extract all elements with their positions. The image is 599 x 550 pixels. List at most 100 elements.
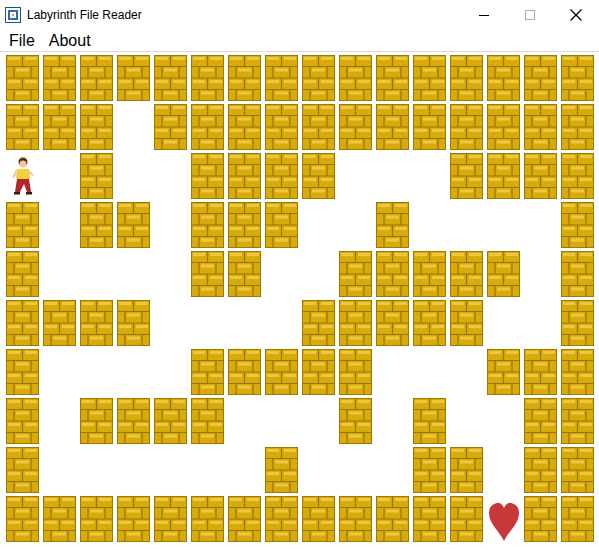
brick-icon <box>6 398 39 444</box>
path-cell <box>374 347 411 396</box>
path-cell <box>263 298 300 347</box>
wall-cell <box>189 347 226 396</box>
brick-icon <box>302 300 335 346</box>
brick-icon <box>80 496 113 542</box>
brick-icon <box>413 447 446 493</box>
wall-cell <box>226 347 263 396</box>
brick-icon <box>80 153 113 199</box>
wall-cell <box>189 151 226 200</box>
brick-icon <box>117 55 150 101</box>
path-cell <box>411 200 448 249</box>
player-cell <box>4 151 41 200</box>
path-cell <box>115 445 152 494</box>
brick-icon <box>524 104 557 150</box>
brick-icon <box>228 104 261 150</box>
wall-cell <box>559 347 596 396</box>
wall-cell <box>411 445 448 494</box>
brick-icon <box>117 496 150 542</box>
brick-icon <box>6 202 39 248</box>
brick-icon <box>376 496 409 542</box>
brick-icon <box>339 104 372 150</box>
brick-icon <box>117 202 150 248</box>
wall-cell <box>448 298 485 347</box>
wall-cell <box>78 151 115 200</box>
wall-cell <box>115 298 152 347</box>
wall-cell <box>189 200 226 249</box>
path-cell <box>374 151 411 200</box>
brick-icon <box>487 153 520 199</box>
player-icon <box>10 157 36 195</box>
path-cell <box>337 151 374 200</box>
wall-cell <box>337 494 374 543</box>
brick-icon <box>80 398 113 444</box>
brick-icon <box>228 251 261 297</box>
brick-icon <box>524 496 557 542</box>
menu-item[interactable]: About <box>42 31 98 51</box>
wall-cell <box>448 151 485 200</box>
path-cell <box>263 249 300 298</box>
wall-cell <box>559 102 596 151</box>
brick-icon <box>561 104 594 150</box>
wall-cell <box>559 53 596 102</box>
brick-icon <box>302 55 335 101</box>
path-cell <box>78 249 115 298</box>
wall-cell <box>226 151 263 200</box>
wall-cell <box>522 445 559 494</box>
brick-icon <box>154 398 187 444</box>
wall-cell <box>41 102 78 151</box>
brick-icon <box>561 349 594 395</box>
wall-cell <box>263 102 300 151</box>
brick-icon <box>265 55 298 101</box>
brick-icon <box>265 202 298 248</box>
brick-icon <box>339 398 372 444</box>
brick-icon <box>80 300 113 346</box>
wall-cell <box>152 494 189 543</box>
wall-cell <box>522 396 559 445</box>
path-cell <box>300 249 337 298</box>
wall-cell <box>41 53 78 102</box>
brick-icon <box>191 496 224 542</box>
brick-icon <box>191 202 224 248</box>
brick-icon <box>6 55 39 101</box>
wall-cell <box>78 102 115 151</box>
wall-cell <box>4 200 41 249</box>
path-cell <box>41 249 78 298</box>
wall-cell <box>115 494 152 543</box>
wall-cell <box>263 151 300 200</box>
path-cell <box>448 396 485 445</box>
brick-icon <box>561 55 594 101</box>
brick-icon <box>524 398 557 444</box>
wall-cell <box>300 298 337 347</box>
brick-icon <box>413 251 446 297</box>
wall-cell <box>448 249 485 298</box>
brick-icon <box>376 300 409 346</box>
brick-icon <box>265 153 298 199</box>
brick-icon <box>154 496 187 542</box>
brick-icon <box>191 55 224 101</box>
app-icon <box>5 7 21 23</box>
minimize-icon[interactable] <box>461 0 507 30</box>
brick-icon <box>265 349 298 395</box>
wall-cell <box>559 249 596 298</box>
wall-cell <box>337 347 374 396</box>
path-cell <box>485 298 522 347</box>
brick-icon <box>339 300 372 346</box>
brick-icon <box>265 447 298 493</box>
brick-icon <box>339 496 372 542</box>
brick-icon <box>117 398 150 444</box>
path-cell <box>152 445 189 494</box>
maximize-icon[interactable] <box>507 0 553 30</box>
wall-cell <box>559 298 596 347</box>
menu-item[interactable]: File <box>2 31 42 51</box>
path-cell <box>78 347 115 396</box>
close-icon[interactable] <box>553 0 599 30</box>
brick-icon <box>413 55 446 101</box>
brick-icon <box>6 251 39 297</box>
wall-cell <box>300 494 337 543</box>
wall-cell <box>485 102 522 151</box>
brick-icon <box>191 153 224 199</box>
wall-cell <box>485 249 522 298</box>
wall-cell <box>448 53 485 102</box>
brick-icon <box>228 153 261 199</box>
wall-cell <box>485 53 522 102</box>
